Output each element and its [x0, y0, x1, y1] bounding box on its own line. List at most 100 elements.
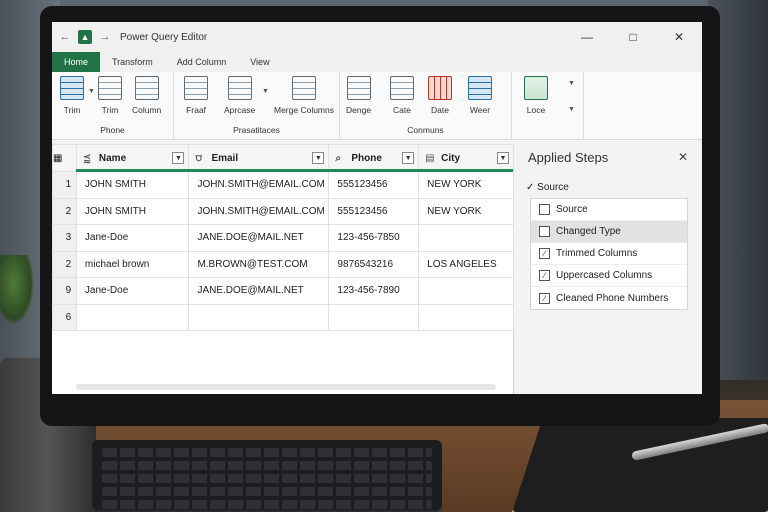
- tab-view[interactable]: View: [238, 52, 281, 72]
- trim-button-2[interactable]: Trim: [98, 76, 122, 115]
- step-uppercased-columns[interactable]: ∕ Uppercased Columns: [531, 265, 687, 287]
- table-cell[interactable]: Jane-Doe: [75, 224, 190, 252]
- table-cell[interactable]: 555123456: [328, 171, 420, 199]
- row-number[interactable]: 9: [52, 277, 77, 305]
- column-filter-dropdown[interactable]: ▼: [172, 152, 185, 164]
- table-cell[interactable]: NEW YORK: [418, 197, 514, 225]
- column-button[interactable]: Column: [132, 76, 161, 115]
- trim-icon: [98, 76, 122, 100]
- table-cell[interactable]: JANE.DOE@MAIL.NET: [188, 277, 330, 305]
- close-button[interactable]: ✕: [656, 22, 702, 52]
- fraaf-button[interactable]: Fraaf: [184, 76, 208, 115]
- applied-steps-title: Applied Steps: [528, 150, 609, 165]
- minimize-button[interactable]: —: [564, 22, 610, 52]
- trim-button[interactable]: Trim: [60, 76, 84, 115]
- column-filter-dropdown[interactable]: ▼: [312, 152, 325, 164]
- step-source[interactable]: Source: [531, 199, 687, 221]
- table-menu-corner[interactable]: ▦: [52, 144, 77, 172]
- plant: [0, 255, 34, 325]
- column-button-label: Column: [132, 105, 162, 115]
- date-button[interactable]: Date: [428, 76, 452, 115]
- table-row: 3 Jane-Doe JANE.DOE@MAIL.NET 123-456-785…: [52, 224, 514, 252]
- column-filter-dropdown[interactable]: ▼: [497, 152, 509, 164]
- aprcase-button[interactable]: Aprcase: [224, 76, 255, 115]
- table-cell[interactable]: 9876543216: [328, 250, 420, 278]
- source-header[interactable]: ✓ Source: [526, 182, 569, 193]
- row-number[interactable]: 6: [52, 303, 77, 331]
- table-cell[interactable]: Jane-Doe: [75, 277, 190, 305]
- tab-home[interactable]: Home: [52, 52, 101, 72]
- column-header-label: Email: [211, 152, 239, 164]
- table-cell[interactable]: michael brown: [75, 250, 190, 278]
- calendar-icon: [428, 76, 452, 100]
- column-header-name[interactable]: ⪷ Name ▼: [75, 144, 190, 172]
- table-cell[interactable]: M.BROWN@TEST.COM: [188, 250, 330, 278]
- denge-button[interactable]: Denge: [346, 76, 371, 115]
- dropdown-arrow-icon[interactable]: ▼: [262, 88, 269, 95]
- tab-add-column[interactable]: Add Column: [165, 52, 239, 72]
- loce-button[interactable]: Loce: [524, 76, 548, 115]
- app-logo-icon: ▲: [78, 30, 92, 44]
- aprcase-icon: [227, 76, 252, 100]
- table-cell[interactable]: [418, 277, 514, 305]
- step-icon: ∕: [539, 270, 550, 281]
- table-cell[interactable]: JOHN.SMITH@EMAIL.COM: [188, 197, 330, 225]
- table-cell[interactable]: [188, 303, 330, 331]
- table-cell[interactable]: NEW YORK: [418, 171, 514, 199]
- dropdown-arrow-icon[interactable]: ▼: [568, 80, 575, 87]
- step-icon: [539, 204, 550, 215]
- column-header-city[interactable]: ▤ City ▼: [418, 144, 514, 172]
- table-cell[interactable]: JOHN.SMITH@EMAIL.COM: [188, 171, 330, 199]
- ribbon-group-conmuns: Denge Cate Date Weer Conmuns: [340, 72, 512, 140]
- maximize-button[interactable]: □: [610, 22, 656, 52]
- table-cell[interactable]: 555123456: [328, 197, 420, 225]
- table-cell[interactable]: 123-456-7890: [328, 277, 420, 305]
- denge-button-label: Denge: [346, 105, 372, 115]
- step-cleaned-phone-numbers[interactable]: ∕ Cleaned Phone Numbers: [531, 287, 687, 309]
- table-cell[interactable]: JANE.DOE@MAIL.NET: [188, 224, 330, 252]
- back-arrow-icon[interactable]: ←: [58, 30, 72, 44]
- keyboard-row: [102, 500, 432, 509]
- table-row: 9 Jane-Doe JANE.DOE@MAIL.NET 123-456-789…: [52, 277, 514, 305]
- forward-arrow-icon[interactable]: →: [98, 30, 112, 44]
- merge-columns-icon: [292, 76, 316, 100]
- merge-columns-button[interactable]: Merge Columns: [274, 76, 334, 115]
- dropdown-arrow-icon[interactable]: ▼: [568, 106, 575, 113]
- row-number[interactable]: 2: [52, 197, 77, 225]
- tab-transform[interactable]: Transform: [100, 52, 165, 72]
- table-cell[interactable]: JOHN SMITH: [75, 171, 190, 199]
- row-number[interactable]: 1: [52, 171, 77, 199]
- loce-button-label: Loce: [526, 105, 546, 115]
- merge-columns-label: Merge Columns: [274, 105, 334, 115]
- table-cell[interactable]: [418, 224, 514, 252]
- column-icon: [134, 76, 159, 100]
- dropdown-arrow-icon[interactable]: ▼: [88, 88, 95, 95]
- close-icon[interactable]: ✕: [678, 150, 688, 164]
- cate-button-label: Cate: [393, 105, 411, 115]
- table-cell[interactable]: [328, 303, 420, 331]
- step-changed-type[interactable]: Changed Type: [531, 221, 687, 243]
- table-cell[interactable]: LOS ANGELES: [418, 250, 514, 278]
- step-trimmed-columns[interactable]: ∕ Trimmed Columns: [531, 243, 687, 265]
- data-table: ▦ ⪷ Name ▼ ⩌ Email ▼ ⌕ Phone ▼ ▤ City ▼ …: [52, 144, 514, 331]
- power-query-window: ← ▲ → Power Query Editor — □ ✕ Home Tran…: [52, 22, 702, 394]
- step-label: Trimmed Columns: [556, 248, 638, 259]
- column-type-icon: ⩌: [195, 152, 202, 164]
- date-button-label: Date: [431, 105, 449, 115]
- table-cell[interactable]: 123-456-7850: [328, 224, 420, 252]
- column-header-label: Name: [98, 152, 127, 164]
- table-cell[interactable]: [75, 303, 190, 331]
- column-header-email[interactable]: ⩌ Email ▼: [188, 144, 330, 172]
- table-cell[interactable]: [418, 303, 514, 331]
- cate-button[interactable]: Cate: [390, 76, 414, 115]
- row-number[interactable]: 2: [52, 250, 77, 278]
- table-cell[interactable]: JOHN SMITH: [75, 197, 190, 225]
- horizontal-scrollbar[interactable]: [76, 384, 496, 390]
- row-number[interactable]: 3: [52, 224, 77, 252]
- keyboard-row: [102, 487, 432, 496]
- column-filter-dropdown[interactable]: ▼: [402, 152, 415, 164]
- step-icon: ∕: [539, 248, 550, 259]
- weer-button[interactable]: Weer: [468, 76, 492, 115]
- column-header-phone[interactable]: ⌕ Phone ▼: [328, 144, 420, 172]
- step-icon: ∕: [539, 292, 550, 304]
